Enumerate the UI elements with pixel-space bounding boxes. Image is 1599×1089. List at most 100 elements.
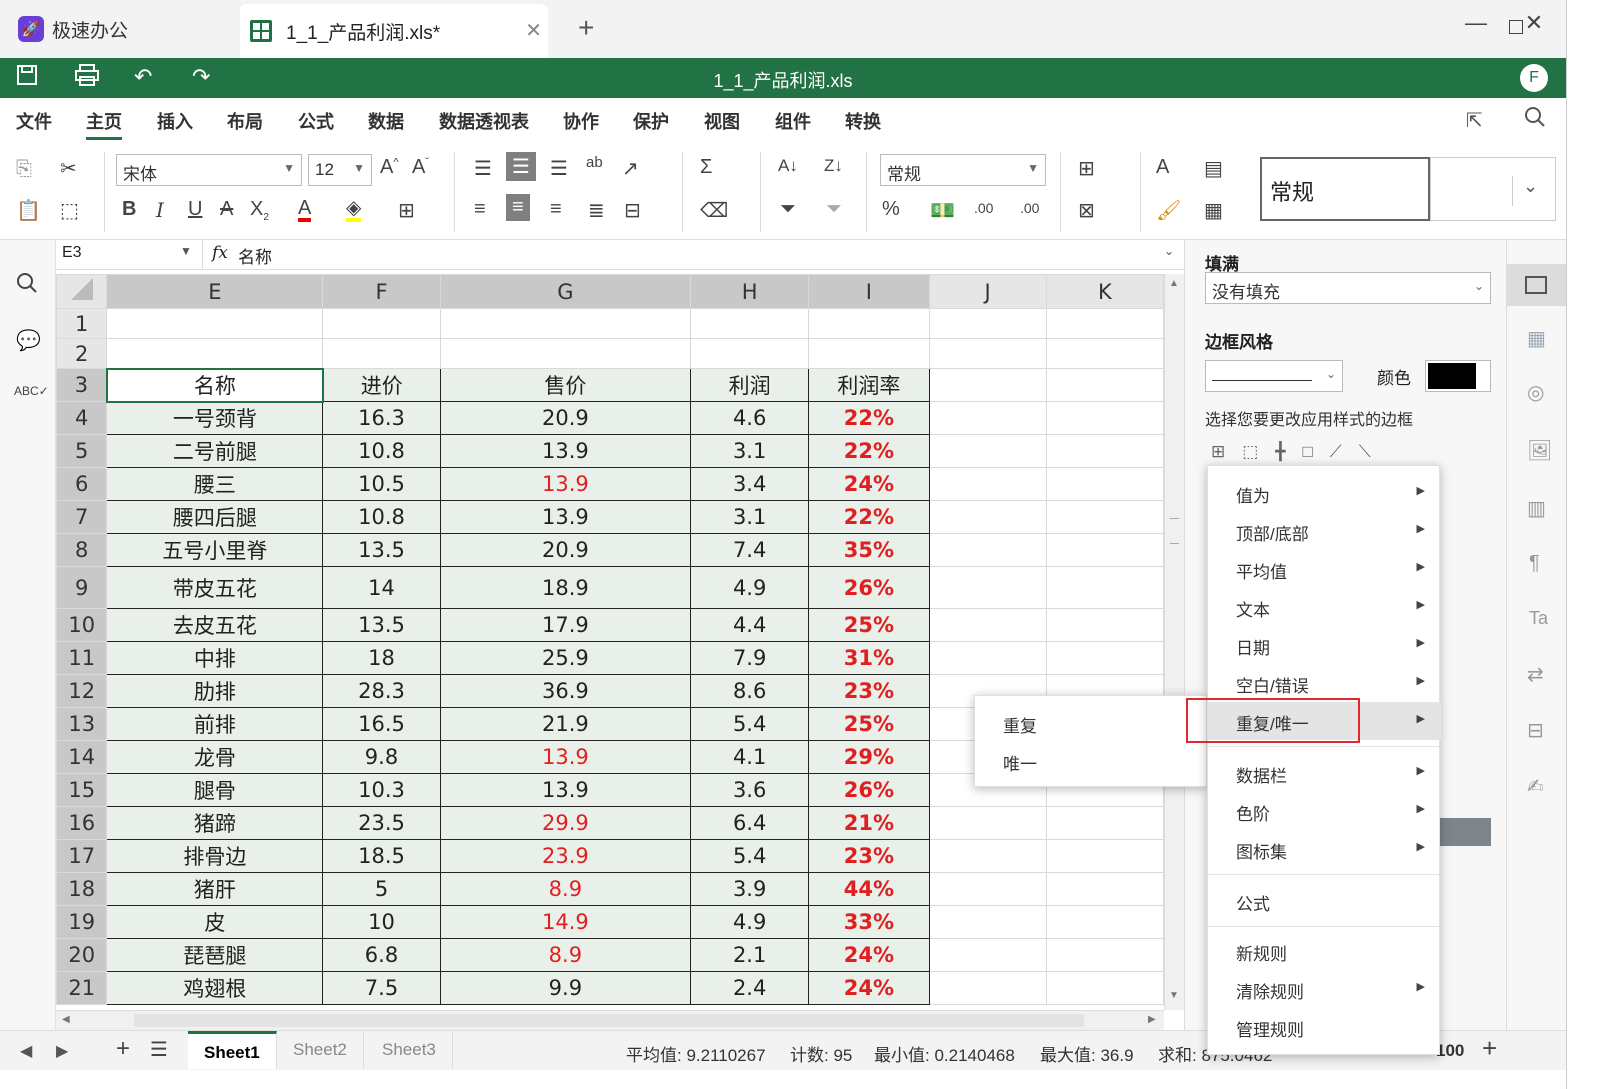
orientation-icon[interactable]: ↗: [622, 156, 639, 181]
spreadsheet-grid[interactable]: E F G H I J K 1 2 3 名称 进价 售价 利润 利润率 4 一号颈背 16.3 20.…: [56, 274, 1164, 1010]
menu-item-average[interactable]: 平均值 ▶: [1208, 550, 1441, 588]
row-header[interactable]: 18: [56, 872, 108, 906]
image-icon[interactable]: 🖼: [1527, 438, 1552, 463]
table-cell[interactable]: 5.4: [690, 707, 810, 741]
column-header[interactable]: K: [1045, 274, 1164, 309]
table-cell[interactable]: 36.9: [439, 674, 692, 708]
table-cell[interactable]: 8.9: [439, 938, 692, 972]
spellcheck-icon[interactable]: ABC✓: [14, 384, 49, 398]
decrease-decimal-icon[interactable]: .00: [1020, 200, 1039, 216]
empty-cell[interactable]: [1045, 938, 1164, 972]
sum-icon[interactable]: Σ: [700, 156, 712, 179]
chevron-down-icon[interactable]: ⌄: [1512, 176, 1538, 206]
menu-item-new-rule[interactable]: 新规则: [1208, 932, 1441, 970]
table-cell[interactable]: 10.5: [322, 467, 441, 501]
font-name-select[interactable]: 宋体 ▼: [116, 154, 302, 186]
sort-descending-icon[interactable]: Z↓: [824, 156, 843, 176]
empty-cell[interactable]: [928, 905, 1047, 939]
empty-cell[interactable]: [1045, 806, 1164, 840]
sheet-table[interactable]: E F G H I J K 1 2 3 名称 进价 售价 利润 利润率 4 一号颈背 16.3 20.…: [56, 274, 1164, 1005]
number-format-select[interactable]: 常规 ▼: [880, 154, 1046, 186]
table-cell[interactable]: [106, 308, 324, 339]
table-cell[interactable]: 4.4: [690, 608, 810, 642]
next-sheet-icon[interactable]: ▶: [56, 1041, 68, 1061]
menu-item-value-is[interactable]: 值为 ▶: [1208, 474, 1441, 512]
empty-cell[interactable]: [928, 368, 1047, 402]
table-cell[interactable]: 4.9: [690, 905, 810, 939]
table-cell[interactable]: 28.3: [322, 674, 441, 708]
table-cell[interactable]: 18.9: [439, 566, 692, 609]
table-cell[interactable]: 进价: [322, 368, 441, 402]
table-cell[interactable]: 26%: [808, 773, 930, 807]
table-cell[interactable]: 去皮五花: [106, 608, 324, 642]
cell-reference-box[interactable]: E3: [62, 244, 82, 262]
table-cell[interactable]: 8.9: [439, 872, 692, 906]
empty-cell[interactable]: [1045, 500, 1164, 534]
zoom-in-button[interactable]: +: [1482, 1033, 1497, 1064]
filter-icon[interactable]: ⏷: [780, 198, 796, 221]
empty-cell[interactable]: [1045, 971, 1164, 1005]
empty-cell[interactable]: [1045, 608, 1164, 642]
table-cell[interactable]: 22%: [808, 500, 930, 534]
table-cell[interactable]: [808, 338, 930, 369]
underline-button[interactable]: U: [188, 198, 202, 221]
save-icon[interactable]: [16, 64, 38, 92]
increase-font-icon[interactable]: A^: [380, 156, 399, 179]
table-cell[interactable]: 13.9: [439, 773, 692, 807]
table-cell[interactable]: 35%: [808, 533, 930, 567]
table-cell[interactable]: [439, 308, 692, 339]
italic-button[interactable]: I: [156, 198, 164, 222]
empty-cell[interactable]: [928, 500, 1047, 534]
table-cell[interactable]: 20.9: [439, 401, 692, 435]
sheet-list-icon[interactable]: ☰: [150, 1037, 168, 1062]
align-top-icon[interactable]: ☰: [474, 156, 492, 181]
signature-icon[interactable]: ✍: [1527, 774, 1544, 799]
expand-formula-icon[interactable]: ⌄: [1164, 244, 1174, 258]
delete-cells-icon[interactable]: ⊠: [1078, 198, 1095, 223]
border-preset-icons[interactable]: ⊞⬚╋□⟋⟍: [1211, 442, 1388, 462]
document-tab[interactable]: 1_1_产品利润.xls* ✕: [240, 4, 548, 58]
empty-cell[interactable]: [1045, 401, 1164, 435]
table-cell[interactable]: 24%: [808, 467, 930, 501]
wrap-text-icon[interactable]: ab: [586, 154, 603, 171]
table-cell[interactable]: 鸡翅根: [106, 971, 324, 1005]
column-header[interactable]: G: [439, 274, 692, 309]
table-cell[interactable]: 前排: [106, 707, 324, 741]
empty-cell[interactable]: [928, 467, 1047, 501]
select-icon[interactable]: ⬚: [60, 198, 79, 223]
avatar[interactable]: F: [1520, 64, 1548, 92]
clear-icon[interactable]: ⌫: [700, 198, 728, 223]
table-cell[interactable]: 3.6: [690, 773, 810, 807]
table-cell[interactable]: 13.9: [439, 740, 692, 774]
row-header[interactable]: 10: [56, 608, 108, 642]
table-cell[interactable]: 6.8: [322, 938, 441, 972]
table-cell[interactable]: 17.9: [439, 608, 692, 642]
table-cell[interactable]: 3.4: [690, 467, 810, 501]
table-cell[interactable]: 14.9: [439, 905, 692, 939]
align-left-icon[interactable]: ≡: [474, 198, 486, 221]
horizontal-scrollbar[interactable]: ◀ ▶: [56, 1010, 1164, 1030]
table-cell[interactable]: 肋排: [106, 674, 324, 708]
open-location-icon[interactable]: ⇱: [1466, 108, 1483, 133]
table-settings-icon[interactable]: ▦: [1527, 326, 1546, 351]
sort-ascending-icon[interactable]: A↓: [778, 156, 798, 176]
table-cell[interactable]: 13.9: [439, 434, 692, 468]
empty-cell[interactable]: [928, 608, 1047, 642]
menu-view[interactable]: 视图: [704, 108, 740, 134]
close-window-button[interactable]: ✕: [1514, 10, 1554, 36]
insert-cells-icon[interactable]: ⊞: [1078, 156, 1095, 181]
table-cell[interactable]: 21.9: [439, 707, 692, 741]
column-header[interactable]: H: [690, 274, 810, 309]
empty-cell[interactable]: [928, 338, 1047, 369]
vertical-scrollbar[interactable]: ▲ ▼: [1164, 274, 1184, 1010]
clear-filter-icon[interactable]: ⏷: [826, 198, 842, 221]
table-cell[interactable]: 29.9: [439, 806, 692, 840]
column-header[interactable]: J: [928, 274, 1047, 309]
search-icon[interactable]: [16, 272, 38, 299]
empty-cell[interactable]: [1045, 839, 1164, 873]
text-art-icon[interactable]: Ta: [1529, 608, 1548, 629]
percent-icon[interactable]: %: [882, 198, 900, 221]
decrease-font-icon[interactable]: Aˇ: [412, 156, 429, 179]
table-cell[interactable]: 10.3: [322, 773, 441, 807]
undo-icon[interactable]: ↶: [134, 64, 152, 90]
